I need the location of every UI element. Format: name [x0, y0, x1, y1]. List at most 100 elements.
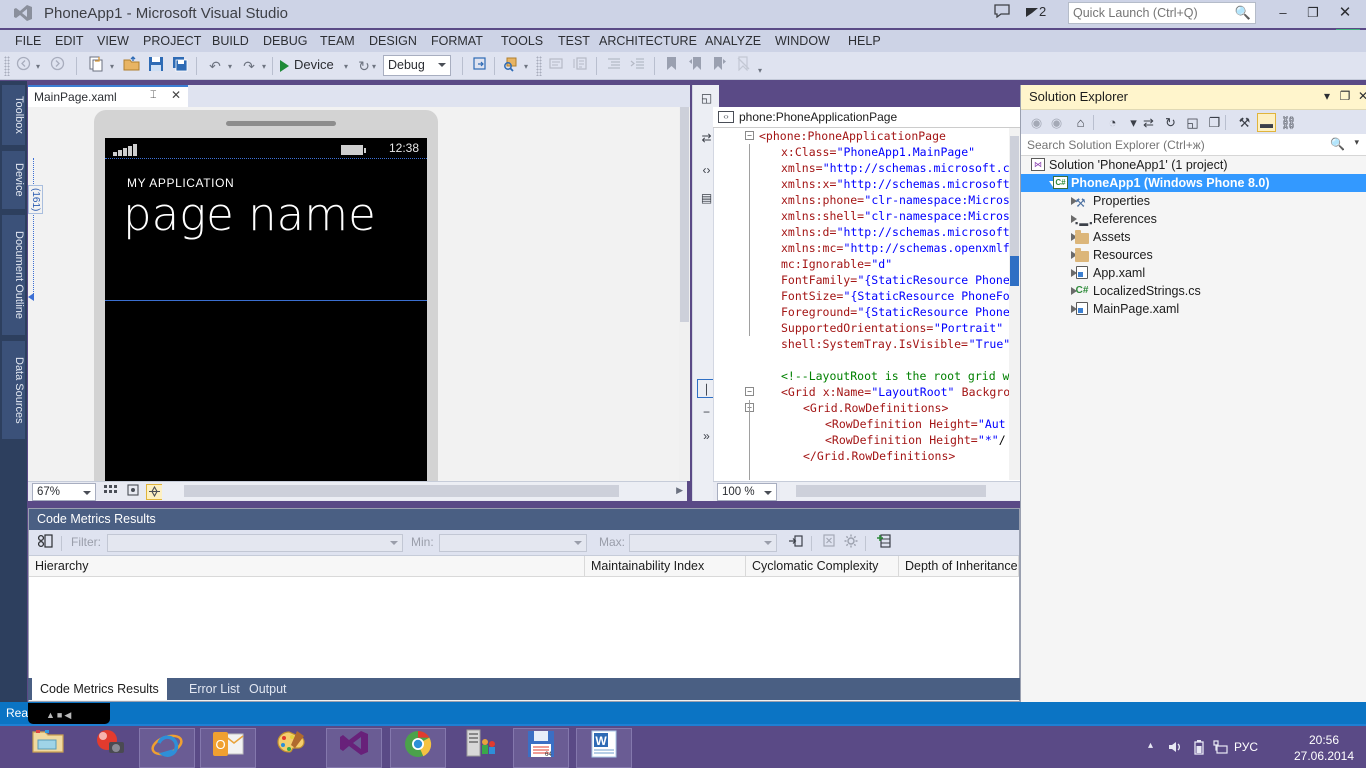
menu-architecture[interactable]: ARCHITECTURE — [592, 30, 704, 52]
filter-combo[interactable] — [107, 534, 403, 552]
code-line[interactable]: mc:Ignorable= "d" — [713, 256, 1009, 272]
column-header-maintainability-index[interactable]: Maintainability Index — [585, 556, 746, 577]
rail-tab-data-sources[interactable]: Data Sources — [2, 341, 25, 439]
taskbar-paint[interactable] — [264, 728, 320, 768]
uncomment-icon[interactable] — [570, 56, 589, 76]
tree-item-mainpage.xaml[interactable]: MainPage.xaml — [1021, 300, 1366, 318]
column-header-depth-of-inheritance[interactable]: Depth of Inheritance — [899, 556, 1019, 577]
phone-page-title[interactable]: page name — [123, 188, 376, 241]
taskbar-internet-explorer[interactable] — [139, 728, 195, 768]
code-line[interactable]: SupportedOrientations="Portrait" O — [713, 320, 1009, 336]
min-combo[interactable] — [439, 534, 587, 552]
search-icon[interactable]: 🔍 — [1330, 137, 1345, 151]
navigate-back-icon[interactable] — [14, 56, 32, 76]
scrollbar-thumb[interactable] — [184, 485, 619, 497]
fold-toggle-icon[interactable]: − — [745, 131, 754, 140]
tree-item-references[interactable]: ▪▬▪ References — [1021, 210, 1366, 228]
column-header-hierarchy[interactable]: Hierarchy — [29, 556, 585, 577]
scroll-right-icon[interactable]: ▶ — [676, 485, 683, 496]
code-line[interactable]: − <Grid x:Name="LayoutRoot" Backgrou — [713, 384, 1009, 400]
code-line[interactable]: <RowDefinition Height= "Aut — [713, 416, 1009, 432]
code-line[interactable]: Foreground= "{StaticResource PhoneF — [713, 304, 1009, 320]
taskbar-file-explorer[interactable] — [20, 728, 76, 768]
restart-icon[interactable]: ↻ — [356, 56, 372, 76]
clock[interactable]: 20:56 27.06.2014 — [1288, 732, 1360, 764]
export-icon[interactable] — [785, 534, 805, 552]
show-hidden-icons-icon[interactable]: ▴ — [1148, 740, 1153, 751]
tree-item-properties[interactable]: ⚒ Properties — [1021, 192, 1366, 210]
minimize-button[interactable]: – — [1270, 2, 1296, 24]
restart-caret[interactable]: ▾ — [372, 62, 376, 71]
taskbar-word[interactable]: W — [576, 728, 632, 768]
code-line[interactable]: − <phone:PhoneApplicationPage — [713, 128, 1009, 144]
tree-item-assets[interactable]: Assets — [1021, 228, 1366, 246]
code-line[interactable]: − <Grid.RowDefinitions> — [713, 400, 1009, 416]
menu-test[interactable]: TEST — [551, 30, 597, 52]
xaml-vertical-scrollbar[interactable] — [1009, 128, 1020, 480]
volume-icon[interactable] — [1168, 740, 1184, 757]
pending-changes-icon[interactable]: ◔ — [1103, 113, 1122, 132]
toolbar-overflow-caret[interactable]: ▾ — [758, 66, 762, 75]
tree-item-localizedstrings.cs[interactable]: C# LocalizedStrings.cs — [1021, 282, 1366, 300]
notification-indicator[interactable]: 2 — [1026, 4, 1046, 22]
xaml-design-surface[interactable]: 12:38 MY APPLICATION page name (161) — [28, 107, 687, 481]
start-debug-icon[interactable] — [280, 60, 289, 72]
collapse-all-icon[interactable]: ◱ — [1183, 113, 1202, 132]
bookmark-prev-icon[interactable] — [686, 56, 705, 76]
code-line[interactable]: shell:SystemTray.IsVisible="True"> — [713, 336, 1009, 352]
menu-window[interactable]: WINDOW — [768, 30, 837, 52]
menu-format[interactable]: FORMAT — [424, 30, 490, 52]
back-icon[interactable]: ◉ — [1027, 113, 1046, 132]
solution-tree[interactable]: ⋈ Solution 'PhoneApp1' (1 project) C# Phone… — [1021, 156, 1366, 702]
search-dropdown-caret[interactable]: ▾ — [1354, 137, 1359, 148]
taskbar-chrome[interactable] — [390, 728, 446, 768]
menu-edit[interactable]: EDIT — [48, 30, 90, 52]
metrics-grid-body[interactable] — [29, 577, 1019, 681]
grid-icon[interactable] — [102, 484, 119, 500]
fold-toggle-icon[interactable]: − — [745, 387, 754, 396]
preview-selected-icon[interactable]: ▬ — [1257, 113, 1276, 132]
rail-tab-toolbox[interactable]: Toolbox — [2, 85, 25, 145]
battery-icon[interactable] — [1192, 740, 1206, 758]
maximize-button[interactable]: ❐ — [1300, 2, 1326, 24]
bookmark-clear-icon[interactable] — [734, 56, 753, 76]
taskbar-visual-studio[interactable] — [326, 728, 382, 768]
excel-icon[interactable] — [819, 534, 839, 552]
indent-icon[interactable] — [604, 56, 623, 76]
scrollbar-thumb[interactable] — [680, 107, 689, 322]
bottom-tab-error-list[interactable]: Error List — [181, 678, 248, 700]
menu-tools[interactable]: TOOLS — [494, 30, 550, 52]
code-metrics-icon[interactable] — [35, 534, 55, 552]
panel-float-icon[interactable]: ❐ — [1337, 89, 1353, 103]
code-line[interactable] — [713, 352, 1009, 368]
save-all-icon[interactable] — [170, 56, 189, 76]
xaml-code-area[interactable]: − <phone:PhoneApplicationPage x:Class= "Pho… — [713, 128, 1009, 480]
refresh-icon[interactable]: ↻ — [1161, 113, 1180, 132]
undo-icon[interactable]: ↶ — [206, 56, 224, 76]
sync-icon[interactable]: ⇄ — [1139, 113, 1158, 132]
navigate-forward-icon[interactable] — [48, 56, 66, 76]
redo-icon[interactable]: ↷ — [240, 56, 258, 76]
comment-icon[interactable] — [546, 56, 565, 76]
quick-launch-box[interactable]: 🔍 — [1068, 2, 1256, 24]
code-line[interactable]: xmlns:mc= "http://schemas.openxmlfo — [713, 240, 1009, 256]
panel-menu-icon[interactable]: ▾ — [1319, 89, 1335, 103]
quick-launch-input[interactable] — [1069, 3, 1233, 23]
solution-explorer-search[interactable]: 🔍 ▾ — [1021, 134, 1366, 156]
close-icon[interactable]: ✕ — [171, 88, 181, 102]
menu-help[interactable]: HELP — [841, 30, 888, 52]
pin-icon[interactable]: ⌶ — [150, 89, 157, 102]
code-line[interactable]: xmlns:d= "http://schemas.microsoft. — [713, 224, 1009, 240]
outdent-icon[interactable] — [628, 56, 647, 76]
search-input[interactable] — [1027, 136, 1317, 154]
find-caret[interactable]: ▾ — [524, 62, 528, 71]
menu-project[interactable]: PROJECT — [136, 30, 208, 52]
xaml-horizontal-scrollbar[interactable] — [780, 482, 1020, 500]
effects-icon[interactable] — [146, 484, 163, 500]
designer-vertical-scrollbar[interactable] — [679, 107, 690, 481]
properties-icon[interactable]: ⚒ — [1235, 113, 1254, 132]
code-line[interactable]: FontSize= "{StaticResource PhoneFor — [713, 288, 1009, 304]
menu-team[interactable]: TEAM — [313, 30, 362, 52]
add-column-icon[interactable] — [873, 534, 893, 552]
scrollbar-thumb[interactable] — [796, 485, 986, 497]
